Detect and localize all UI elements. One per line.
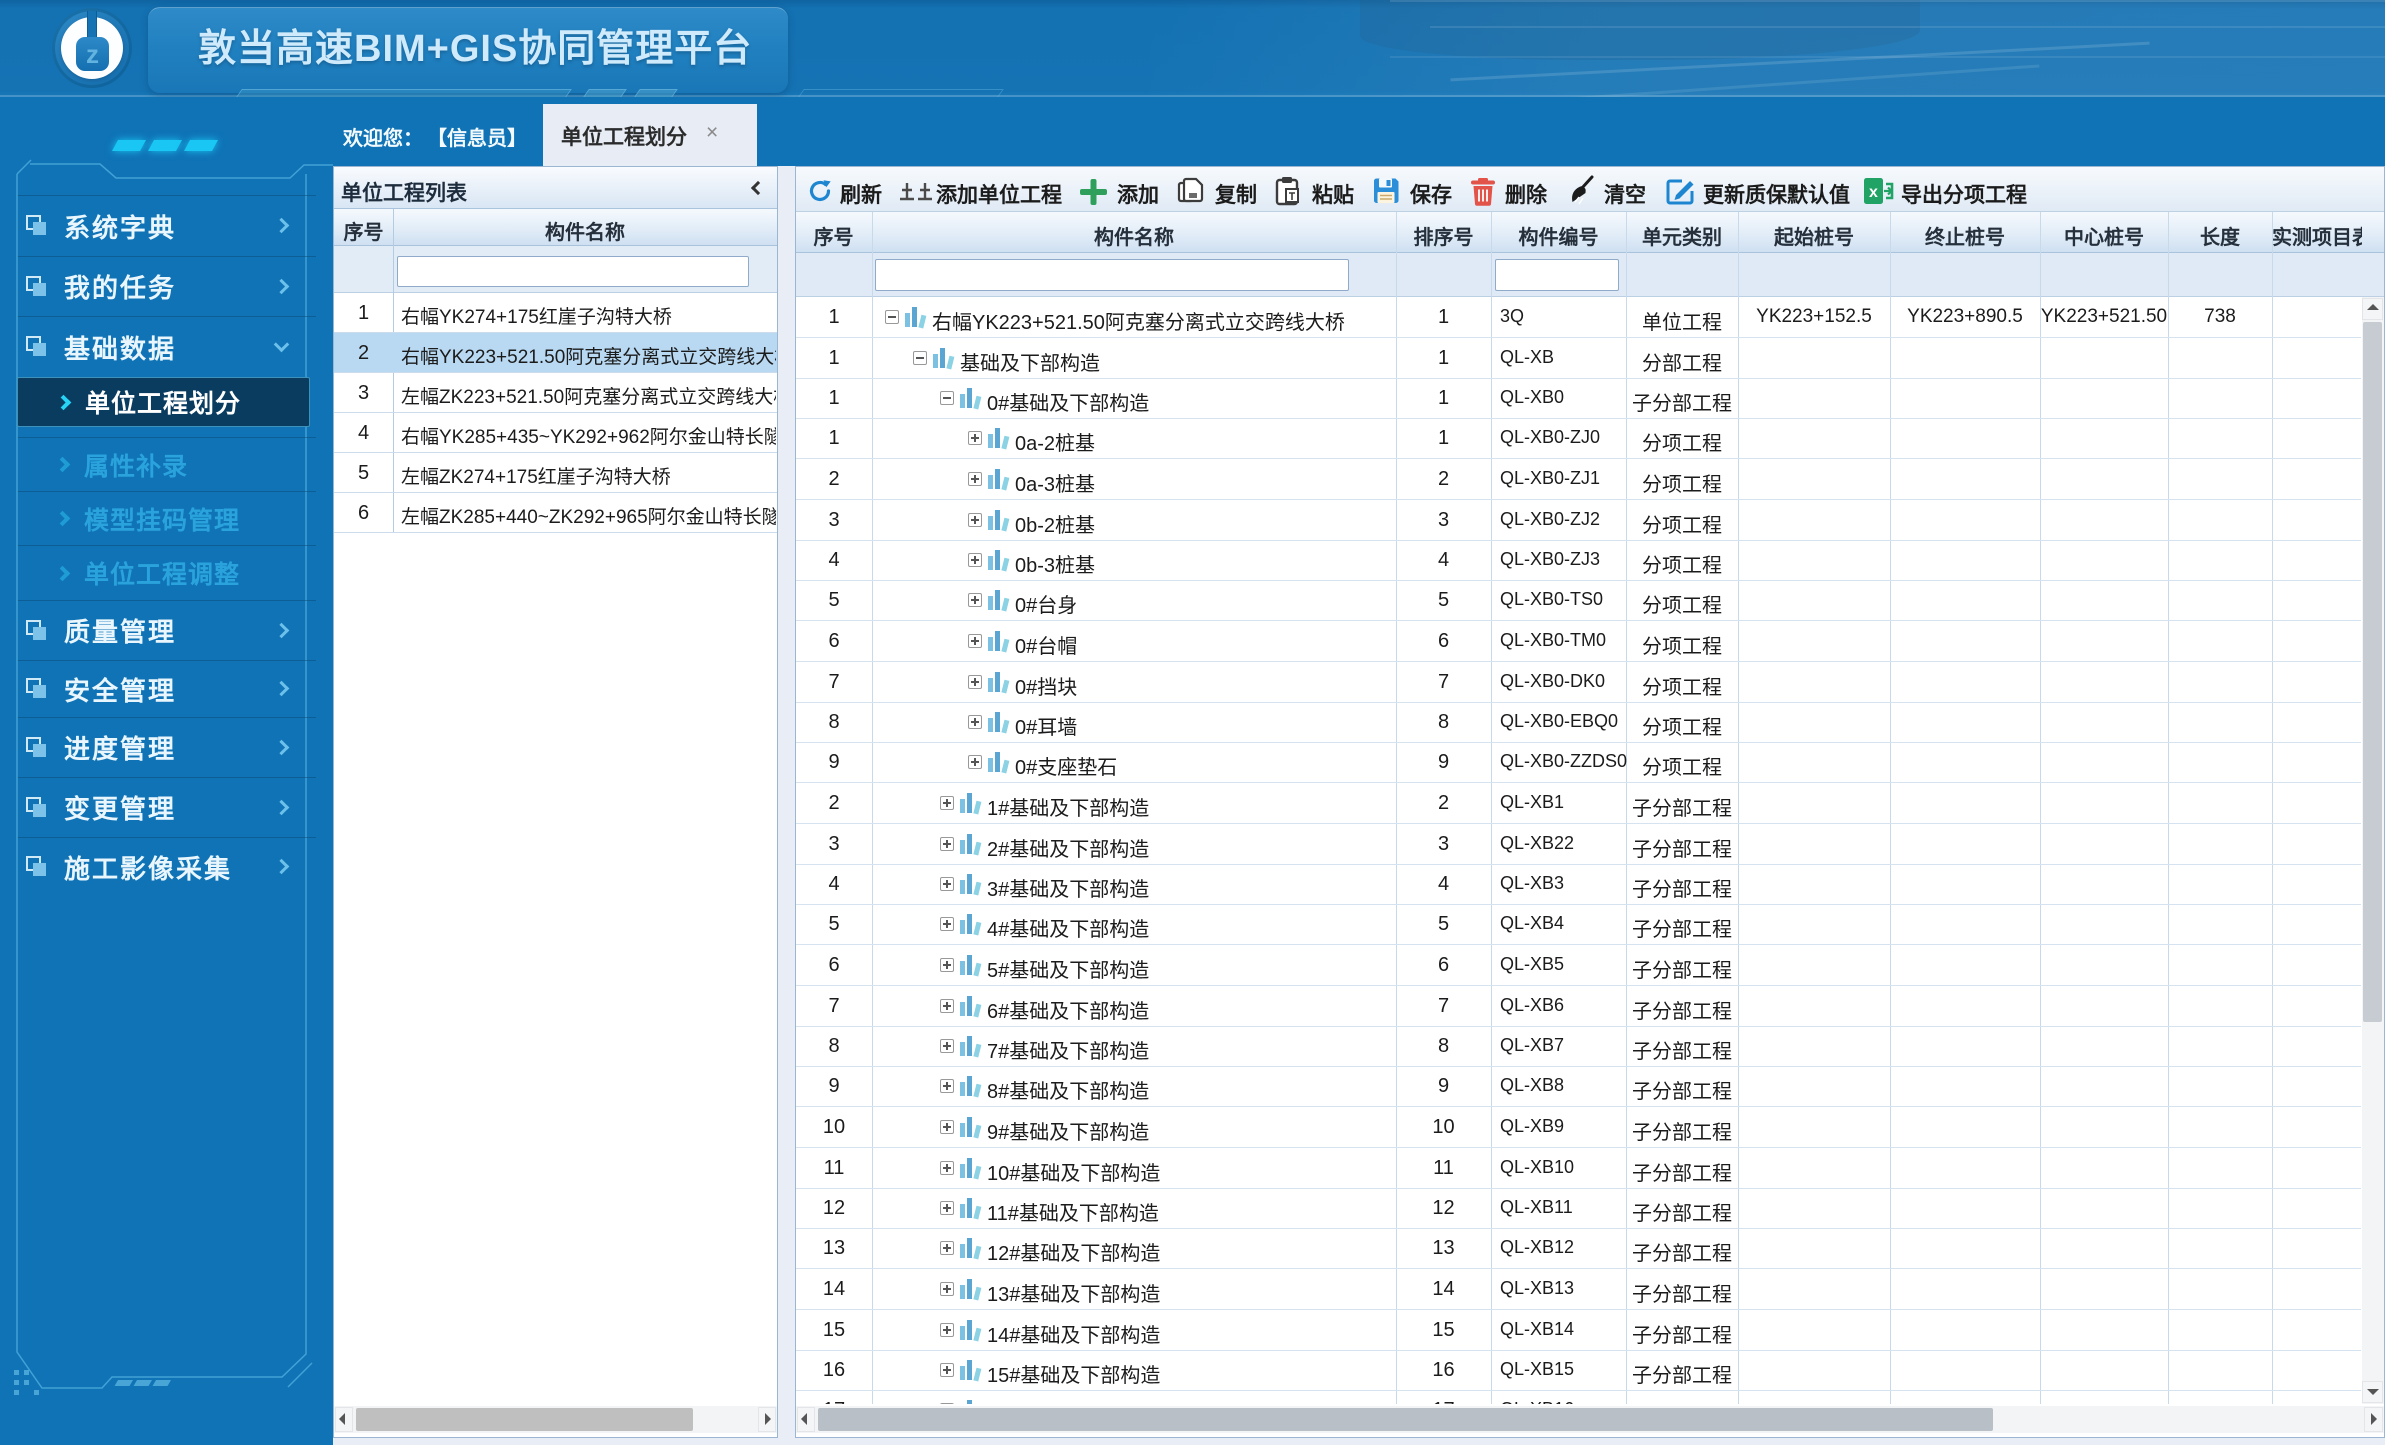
svg-text:x: x	[1869, 184, 1878, 201]
